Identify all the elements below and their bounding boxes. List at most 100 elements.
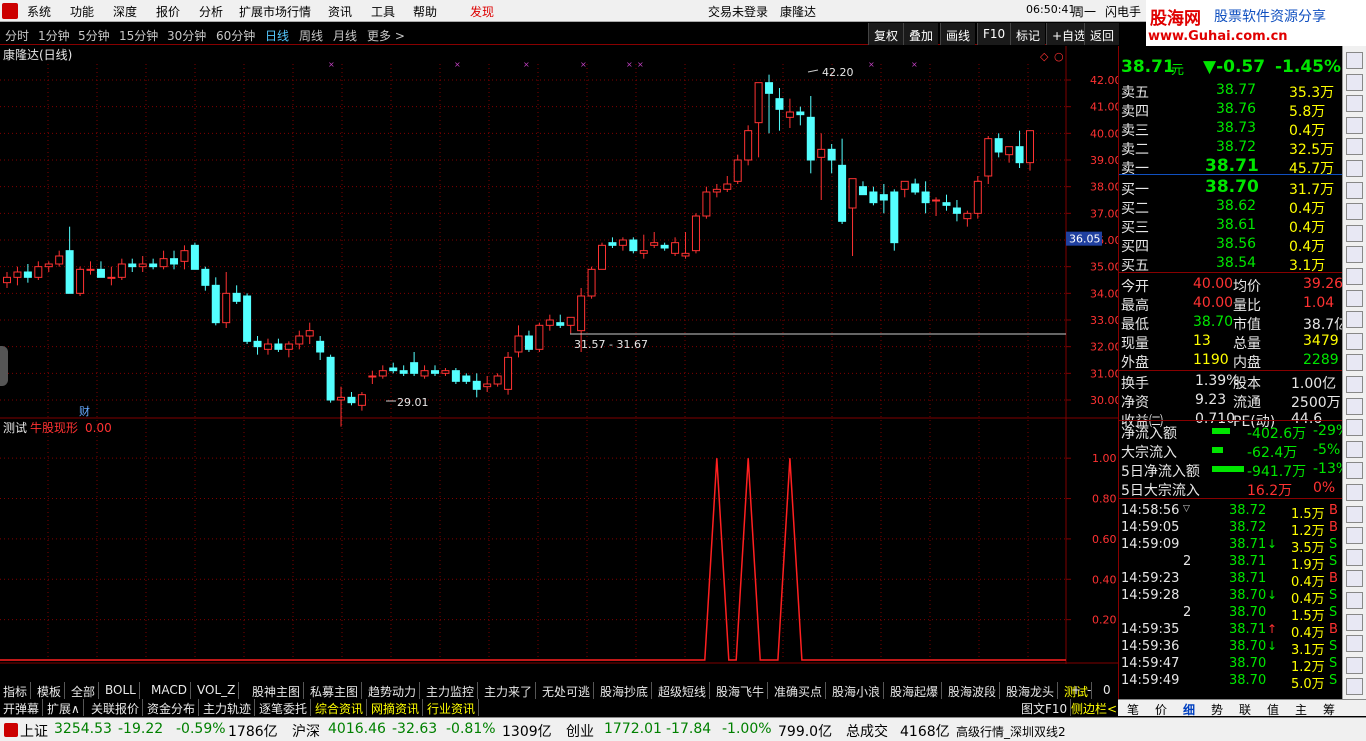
indicator-tab[interactable]: BOLL <box>102 682 140 699</box>
indicator-tab[interactable]: 股神主图 <box>249 682 305 699</box>
sidebar-fiz-icon[interactable] <box>1346 289 1363 307</box>
period-tab[interactable]: 15分钟 <box>119 27 158 44</box>
period-tab[interactable]: 5分钟 <box>78 27 110 44</box>
sidebar-chain-icon[interactable] <box>1346 332 1363 350</box>
f10-button[interactable]: F10 <box>977 23 1011 45</box>
sidebar-f-icon[interactable] <box>1346 548 1363 566</box>
menu-tools[interactable]: 工具 <box>371 3 395 20</box>
menu-quote[interactable]: 报价 <box>156 3 180 20</box>
bottom-tab[interactable]: 开弹幕 <box>0 699 44 716</box>
mark-button[interactable]: 标记 <box>1010 23 1046 45</box>
cy-index-name[interactable]: 创业 <box>566 721 594 741</box>
overlay-button[interactable]: 叠加 <box>903 23 939 45</box>
sidebar-i-icon[interactable] <box>1346 613 1363 631</box>
menu-help[interactable]: 帮助 <box>413 3 437 20</box>
circle-icon[interactable]: ○ <box>1054 50 1064 63</box>
period-tab[interactable]: 1分钟 <box>38 27 70 44</box>
indicator-tab[interactable]: 主力监控 <box>423 682 479 699</box>
sidebar-k-icon[interactable] <box>1346 656 1363 674</box>
sidebar-h-icon[interactable] <box>1346 592 1363 609</box>
sidebar-g-icon[interactable] <box>1346 570 1363 588</box>
sidebar-move-icon[interactable] <box>1346 419 1363 437</box>
bottom-tab[interactable]: 扩展∧ <box>44 699 84 716</box>
sidebar-rsi-icon[interactable] <box>1346 376 1363 393</box>
restore-rights-button[interactable]: 复权 <box>868 23 904 45</box>
sidebar-l-icon[interactable] <box>1346 678 1363 696</box>
indicator-control-button[interactable]: + <box>1068 682 1084 699</box>
sidebar-trend-icon[interactable] <box>1346 160 1363 177</box>
sidebar-grid-icon[interactable] <box>1346 116 1363 134</box>
side-collapse-handle[interactable] <box>0 346 8 386</box>
sidebar-bar-icon[interactable] <box>1346 246 1363 264</box>
period-more[interactable]: 更多 > <box>367 27 405 44</box>
sidebar-oval-icon[interactable] <box>1346 311 1363 329</box>
indicator-tab[interactable]: 股海飞牛 <box>713 682 769 699</box>
detail-tab[interactable]: 价 <box>1155 701 1167 718</box>
indicator-tab[interactable]: 股海起爆 <box>887 682 943 699</box>
flash-trade-button[interactable]: 闪电手 <box>1105 3 1141 20</box>
diamond-icon[interactable]: ◇ <box>1040 50 1049 63</box>
indicator-tab[interactable]: MACD <box>148 682 191 699</box>
indicator-tab[interactable]: 主力来了 <box>481 682 537 699</box>
sidebar-stat-icon[interactable] <box>1346 224 1363 242</box>
sidebar-j-icon[interactable] <box>1346 635 1363 653</box>
f10-text-button[interactable]: 图文F10 <box>1018 699 1072 716</box>
bottom-tab[interactable]: 网摘资讯 <box>368 699 424 716</box>
sidebar-list-icon[interactable] <box>1346 95 1363 113</box>
menu-system[interactable]: 系统 <box>27 3 51 20</box>
period-tab[interactable]: 月线 <box>333 27 357 44</box>
bottom-tab[interactable]: 行业资讯 <box>424 699 480 716</box>
sh-index-name[interactable]: 上证 <box>20 721 48 741</box>
detail-tab[interactable]: 笔 <box>1127 701 1139 718</box>
menu-discover[interactable]: 发现 <box>470 3 494 20</box>
detail-tab[interactable]: 联 <box>1239 701 1251 718</box>
event-marker[interactable]: × <box>580 60 587 69</box>
indicator-control-button[interactable]: - <box>1084 682 1094 699</box>
menu-depth[interactable]: 深度 <box>113 3 137 20</box>
indicator-tab[interactable]: 股海小浪 <box>829 682 885 699</box>
detail-tab[interactable]: 细 <box>1183 701 1195 718</box>
sidebar-flag-icon[interactable] <box>1346 268 1363 285</box>
sidebar-c-icon[interactable] <box>1346 484 1363 501</box>
indicator-tab[interactable]: 无处可逃 <box>539 682 595 699</box>
indicator-tab[interactable]: 趋势动力 <box>365 682 421 699</box>
bottom-tab[interactable]: 逐笔委托 <box>256 699 312 716</box>
detail-tab[interactable]: 值 <box>1267 701 1279 718</box>
event-marker[interactable]: × <box>911 60 918 69</box>
detail-tab[interactable]: 主 <box>1295 701 1307 718</box>
sidebar-zoom-icon[interactable] <box>1346 397 1363 415</box>
hs-index-name[interactable]: 沪深 <box>292 721 320 741</box>
indicator-tab[interactable]: 全部 <box>68 682 100 699</box>
menu-analysis[interactable]: 分析 <box>199 3 223 20</box>
event-marker[interactable]: × <box>454 60 461 69</box>
bottom-tab[interactable]: 综合资讯 <box>312 699 368 716</box>
indicator-tab[interactable]: 指标 <box>0 682 32 699</box>
draw-line-button[interactable]: 画线 <box>940 23 976 45</box>
indicator-tab[interactable]: 私募主图 <box>307 682 363 699</box>
indicator-tab[interactable]: 模板 <box>34 682 66 699</box>
indicator-tab[interactable]: 股海抄底 <box>597 682 653 699</box>
event-marker[interactable]: × <box>626 60 633 69</box>
detail-tab[interactable]: 筹 <box>1323 701 1335 718</box>
period-tab[interactable]: 周线 <box>299 27 323 44</box>
indicator-tab[interactable]: VOL_Z <box>194 682 240 699</box>
sidebar-kline-icon[interactable] <box>1346 203 1363 221</box>
login-status[interactable]: 交易未登录 <box>708 3 768 20</box>
period-tab[interactable]: 分时 <box>5 27 29 44</box>
sidebar-toggle-button[interactable]: 侧边栏< <box>1068 699 1122 716</box>
indicator-tab[interactable]: 股海波段 <box>945 682 1001 699</box>
menu-function[interactable]: 功能 <box>70 3 94 20</box>
period-tab[interactable]: 30分钟 <box>167 27 206 44</box>
sidebar-wave-icon[interactable] <box>1346 354 1363 372</box>
sidebar-d-icon[interactable] <box>1346 505 1363 523</box>
indicator-tab[interactable]: 准确买点 <box>771 682 827 699</box>
bottom-tab[interactable]: 资金分布 <box>144 699 200 716</box>
finance-marker[interactable]: 财 <box>79 404 90 418</box>
event-marker[interactable]: × <box>868 60 875 69</box>
detail-tab[interactable]: 势 <box>1211 701 1223 718</box>
indicator-tab[interactable]: 股海龙头 <box>1003 682 1059 699</box>
back-button[interactable]: 返回 <box>1084 23 1120 45</box>
sidebar-a-icon[interactable] <box>1346 440 1363 458</box>
indicator-control-button[interactable]: 0 <box>1100 682 1114 699</box>
server-name[interactable]: 高级行情_深圳双线2 <box>956 723 1066 740</box>
